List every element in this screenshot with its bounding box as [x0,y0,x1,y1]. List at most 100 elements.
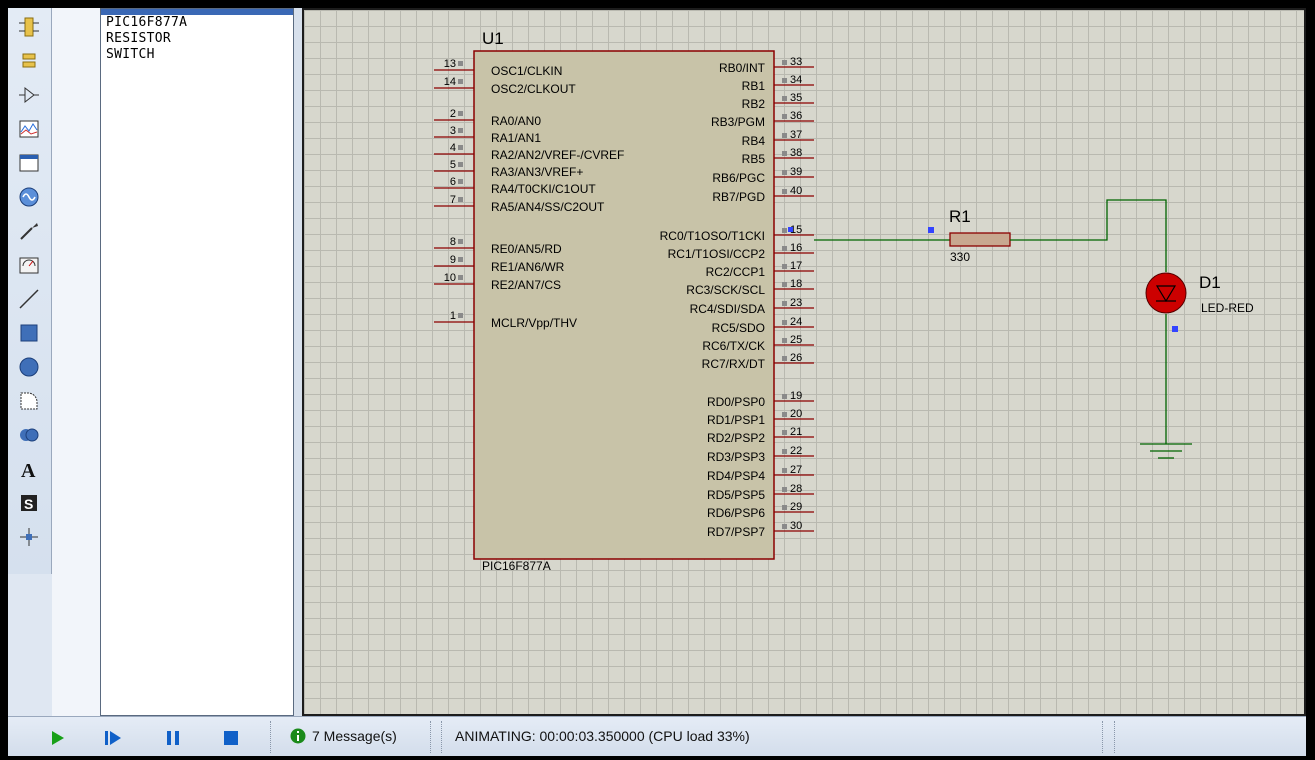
pin-number: 37 [790,129,802,141]
wire-r1-to-led[interactable] [1010,199,1167,272]
pin-name: RB5 [742,152,766,166]
pin-number: 29 [790,501,802,513]
pin-name: RC0/T1OSO/T1CKI [660,229,765,243]
pin-name: RD0/PSP0 [707,395,765,409]
pause-icon[interactable] [160,725,186,751]
pin-end-marker [782,394,787,399]
pin-end-marker [782,282,787,287]
microcontroller-u1[interactable]: U1 13 OSC1/CLKIN14 OSC2/CLKOUT2 RA0/AN03 RA1… [434,29,814,573]
mcu-part-label: PIC16F877A [482,559,551,573]
stop-icon[interactable] [218,725,244,751]
pin-end-marker [458,197,463,202]
panel-splitter[interactable] [294,8,302,716]
status-separator [430,721,431,753]
led-d1[interactable]: D1 LED-RED [1145,272,1254,332]
pin-end-marker [782,114,787,119]
pin-name: RA1/AN1 [491,131,541,145]
pin-number: 18 [790,278,802,290]
step-icon[interactable] [100,725,126,751]
pin-marker-d1 [1172,326,1178,332]
pin-end-marker [782,449,787,454]
pin-name: RB4 [742,134,766,148]
pin-end-marker [782,468,787,473]
tape-recorder-icon[interactable] [14,148,44,178]
pin-number: 38 [790,147,802,159]
list-item[interactable]: RESISTOR [101,31,293,47]
simulation-status-text: ANIMATING: 00:00:03.350000 (CPU load 33%… [455,728,750,744]
virtual-instrument-icon[interactable] [14,250,44,280]
pin-name: RA2/AN2/VREF-/CVREF [491,148,624,162]
pin-name: RD3/PSP3 [707,450,765,464]
status-separator [1114,721,1115,753]
schematic-canvas[interactable]: U1 13 OSC1/CLKIN 14 OSC2/CLKOUT 2 RA0/AN0 3 RA1… [302,8,1306,716]
pin-number: 3 [450,125,456,137]
svg-text:A: A [21,460,36,480]
pin-end-marker [782,60,787,65]
path-icon[interactable] [14,420,44,450]
pin-end-marker [782,320,787,325]
play-icon[interactable] [44,725,70,751]
pin-name: RD7/PSP7 [707,525,765,539]
pin-number: 21 [790,426,802,438]
left-toolbar: A S [8,8,52,574]
pin-end-marker [782,430,787,435]
resistor-r1[interactable]: R1 330 [949,207,1011,264]
voltage-probe-icon[interactable] [14,216,44,246]
pin-name: RC3/SCK/SCL [686,283,765,297]
pin-end-marker [782,96,787,101]
pin-end-marker [458,79,463,84]
pin-number: 1 [450,310,456,322]
pin-end-marker [782,524,787,529]
pin-number: 30 [790,520,802,532]
component-mode-icon[interactable] [14,12,44,42]
device-panel-margin [52,8,100,716]
symbol-icon[interactable]: S [14,488,44,518]
pin-number: 14 [444,76,456,88]
box-icon[interactable] [14,318,44,348]
pin-number: 23 [790,297,802,309]
circle-icon[interactable] [14,352,44,382]
text-icon[interactable]: A [14,454,44,484]
pin-name: RE1/AN6/WR [491,260,565,274]
pin-name: RB2 [742,97,766,111]
pin-number: 26 [790,352,802,364]
pin-number: 4 [450,142,456,154]
pin-end-marker [782,505,787,510]
pin-number: 20 [790,408,802,420]
toolbar-filler [8,574,52,716]
pin-end-marker [458,275,463,280]
junction-dot-icon[interactable] [14,46,44,76]
pin-end-marker [782,301,787,306]
pin-name: RC6/TX/CK [702,339,765,353]
pin-end-marker [458,128,463,133]
pin-end-marker [782,78,787,83]
pin-name: RC5/SDO [712,321,765,335]
generator-icon[interactable] [14,182,44,212]
graph-icon[interactable] [14,114,44,144]
arc-icon[interactable] [14,386,44,416]
pin-name: RB1 [742,79,766,93]
messages-indicator[interactable]: 7 Message(s) [290,728,397,744]
line-icon[interactable] [14,284,44,314]
pin-end-marker [782,151,787,156]
status-separator [1102,721,1103,753]
device-list[interactable]: PIC16F877A RESISTOR SWITCH [100,8,294,716]
list-item[interactable]: SWITCH [101,47,293,63]
pin-name: RE0/AN5/RD [491,242,562,256]
pin-number: 17 [790,260,802,272]
ground-symbol [1140,443,1192,459]
pin-number: 35 [790,92,802,104]
list-item[interactable]: PIC16F877A [101,15,293,31]
pin-name: RC7/RX/DT [702,357,766,371]
pin-end-marker [782,356,787,361]
pin-number: 7 [450,194,456,206]
pin-marker-15 [788,227,793,232]
pin-name: RD2/PSP2 [707,431,765,445]
marker-icon[interactable] [14,522,44,552]
wire-label-icon[interactable] [14,80,44,110]
pin-name: RD4/PSP4 [707,469,765,483]
pin-number: 8 [450,236,456,248]
pin-number: 5 [450,159,456,171]
pin-end-marker [458,61,463,66]
pin-name: RC2/CCP1 [706,265,766,279]
